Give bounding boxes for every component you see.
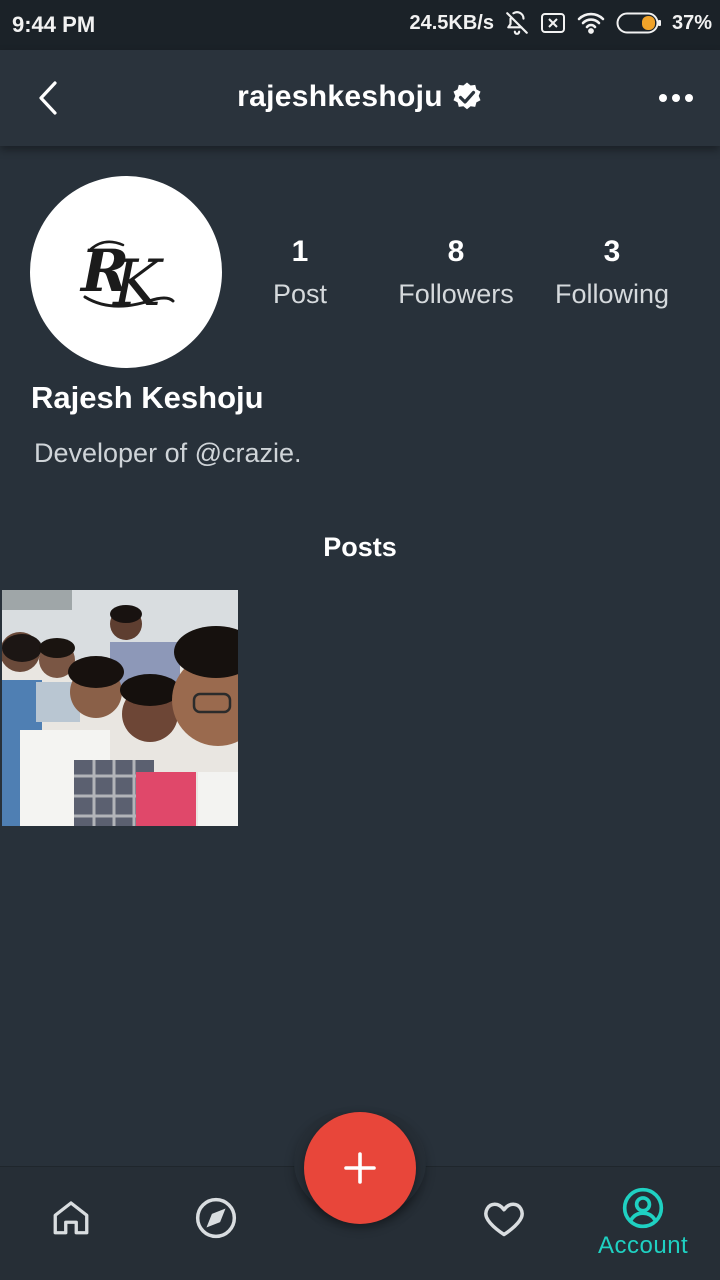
avatar[interactable]: R K: [30, 176, 222, 368]
plus-icon: [344, 1152, 376, 1184]
posts-heading: Posts: [323, 532, 397, 562]
home-icon: [53, 1201, 89, 1235]
sim-icon: [540, 11, 566, 35]
profile-bio: Developer of @crazie.: [34, 438, 302, 468]
stat-value: 8: [447, 235, 465, 268]
profile-stats: 1 Post 8 Followers 3 Following: [222, 232, 692, 322]
group-photo-image: [2, 590, 238, 826]
account-icon: [622, 1187, 664, 1229]
stat-label: Post: [272, 279, 328, 309]
username-title: rajeshkeshoju: [237, 80, 443, 113]
nav-explore[interactable]: [194, 1196, 238, 1240]
heart-icon: [484, 1202, 524, 1237]
status-right: 24.5KB/s 37%: [409, 10, 712, 36]
stat-following[interactable]: 3 Following: [542, 232, 682, 316]
battery-percent: 37%: [671, 11, 712, 34]
nav-home[interactable]: [50, 1196, 92, 1238]
stat-label: Following: [554, 279, 670, 309]
stat-value: 1: [291, 235, 309, 268]
status-time: 9:44 PM: [12, 12, 96, 37]
wifi-icon: [576, 11, 606, 35]
compass-icon: [195, 1197, 237, 1239]
verified-badge-icon: [453, 82, 481, 110]
post-thumbnail[interactable]: [2, 590, 238, 826]
stat-followers[interactable]: 8 Followers: [386, 232, 526, 316]
nav-account[interactable]: Account: [598, 1186, 688, 1260]
more-horizontal-icon: [659, 94, 693, 102]
nav-activity[interactable]: [482, 1196, 526, 1240]
rk-monogram-logo: R K: [79, 237, 175, 317]
app-header: rajeshkeshoju: [0, 50, 720, 146]
profile-name: Rajesh Keshoju: [31, 380, 264, 415]
add-post-button[interactable]: [304, 1112, 416, 1224]
profile-screen: 9:44 PM 24.5KB/s 37% rajeshkeshoju R K 1…: [0, 0, 720, 1280]
mute-icon: [504, 10, 530, 36]
stat-label: Followers: [398, 279, 514, 309]
header-title-wrap: rajeshkeshoju: [0, 80, 720, 114]
stat-posts[interactable]: 1 Post: [230, 232, 370, 316]
status-bar: 9:44 PM 24.5KB/s 37%: [0, 0, 720, 50]
stat-value: 3: [603, 235, 621, 268]
battery-icon: [616, 11, 662, 35]
network-speed: 24.5KB/s: [409, 11, 494, 34]
nav-account-label: Account: [598, 1232, 689, 1259]
more-options-button[interactable]: [656, 80, 696, 116]
